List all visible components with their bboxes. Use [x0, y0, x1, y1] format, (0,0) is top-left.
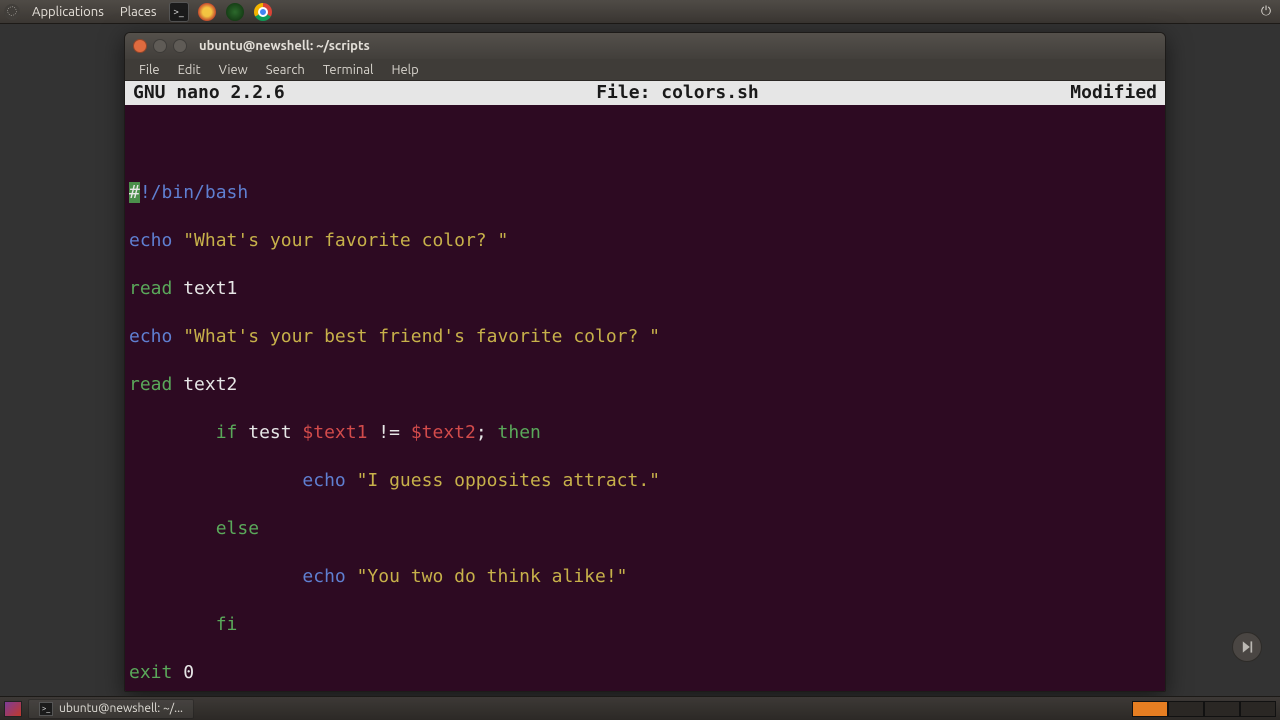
- desktop-background: ubuntu@newshell: ~/scripts File Edit Vie…: [0, 24, 1280, 696]
- workspace-1[interactable]: [1132, 701, 1168, 717]
- applications-menu[interactable]: Applications: [28, 5, 108, 19]
- shutdown-icon[interactable]: ⏻: [1256, 2, 1276, 22]
- nano-header-bar: GNU nano 2.2.6 File: colors.sh Modified: [125, 81, 1165, 105]
- taskbar-entry-terminal[interactable]: >_ ubuntu@newshell: ~/...: [28, 699, 194, 719]
- terminal-taskbar-icon: >_: [39, 702, 53, 716]
- ubuntu-logo-icon[interactable]: ◌: [4, 4, 20, 20]
- show-desktop-button[interactable]: [4, 701, 22, 717]
- window-minimize-button[interactable]: [153, 39, 167, 53]
- terminal-window: ubuntu@newshell: ~/scripts File Edit Vie…: [124, 32, 1166, 692]
- menu-search[interactable]: Search: [258, 61, 313, 79]
- gnome-top-panel: ◌ Applications Places >_ ⏻: [0, 0, 1280, 24]
- menu-file[interactable]: File: [131, 61, 168, 79]
- workspace-switcher: [1132, 701, 1276, 717]
- nano-version: GNU nano 2.2.6: [133, 81, 285, 105]
- app-launcher-icon-2[interactable]: [225, 2, 245, 22]
- next-slide-button[interactable]: [1232, 632, 1262, 662]
- workspace-4[interactable]: [1240, 701, 1276, 717]
- workspace-2[interactable]: [1168, 701, 1204, 717]
- nano-editor-area[interactable]: #!/bin/bash echo "What's your favorite c…: [125, 105, 1165, 691]
- gnome-bottom-panel: >_ ubuntu@newshell: ~/...: [0, 696, 1280, 720]
- places-menu[interactable]: Places: [116, 5, 161, 19]
- terminal-launcher-icon[interactable]: >_: [169, 2, 189, 22]
- menu-terminal[interactable]: Terminal: [315, 61, 382, 79]
- workspace-3[interactable]: [1204, 701, 1240, 717]
- nano-modified-status: Modified: [1070, 81, 1157, 105]
- terminal-menubar: File Edit View Search Terminal Help: [125, 59, 1165, 81]
- menu-edit[interactable]: Edit: [170, 61, 209, 79]
- nano-filename: File: colors.sh: [285, 81, 1071, 105]
- menu-view[interactable]: View: [211, 61, 256, 79]
- window-close-button[interactable]: [133, 39, 147, 53]
- menu-help[interactable]: Help: [383, 61, 426, 79]
- window-titlebar[interactable]: ubuntu@newshell: ~/scripts: [125, 33, 1165, 59]
- window-maximize-button[interactable]: [173, 39, 187, 53]
- terminal-viewport[interactable]: GNU nano 2.2.6 File: colors.sh Modified …: [125, 81, 1165, 691]
- chrome-launcher-icon[interactable]: [253, 2, 273, 22]
- window-title: ubuntu@newshell: ~/scripts: [199, 39, 370, 53]
- app-launcher-icon-1[interactable]: [197, 2, 217, 22]
- cursor-block: #: [129, 182, 140, 203]
- taskbar-entry-label: ubuntu@newshell: ~/...: [59, 702, 183, 715]
